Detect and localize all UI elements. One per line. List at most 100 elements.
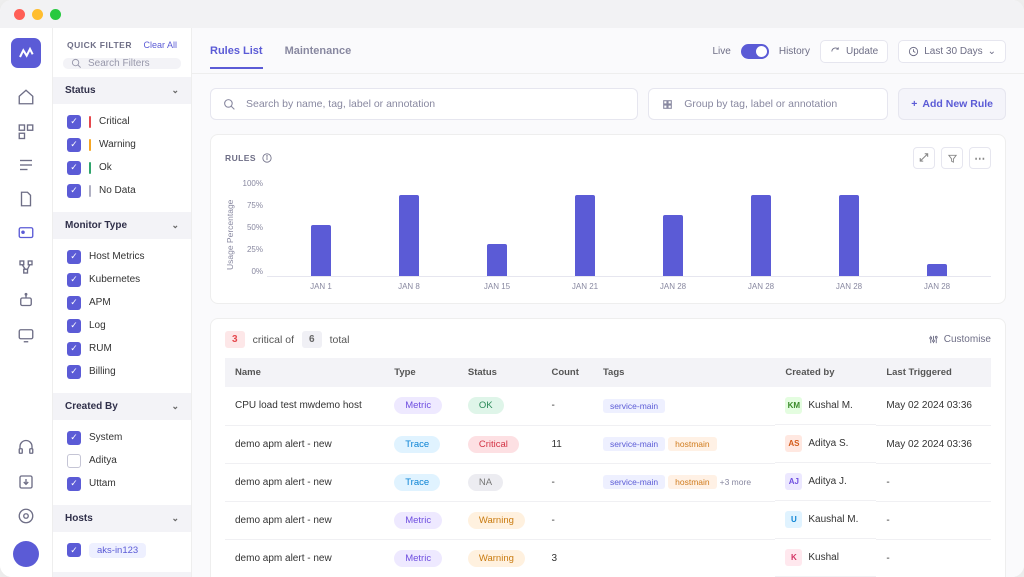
checkbox[interactable]	[67, 138, 81, 152]
rules-table: NameTypeStatusCountTagsCreated byLast Tr…	[225, 358, 991, 577]
tag-chip[interactable]: service-main	[603, 437, 665, 451]
filter-row[interactable]: System	[63, 426, 181, 449]
tag-chip[interactable]: hostmain	[668, 475, 717, 489]
install-icon[interactable]	[17, 473, 35, 491]
customise-button[interactable]: Customise	[928, 334, 991, 345]
close-dot[interactable]	[14, 9, 25, 20]
filter-row[interactable]: aks-in123	[63, 538, 181, 562]
bar[interactable]	[663, 215, 683, 276]
filter-row[interactable]: Ok	[63, 156, 181, 179]
filter-chart-button[interactable]	[941, 147, 963, 169]
type-pill: Trace	[394, 474, 440, 491]
filter-row[interactable]: Log	[63, 314, 181, 337]
column-header[interactable]: Created by	[775, 358, 876, 387]
user-avatar[interactable]	[13, 541, 39, 567]
section-hosts-header[interactable]: Hosts⌄	[53, 505, 191, 532]
expand-button[interactable]: ⤢	[913, 147, 935, 169]
update-button[interactable]: Update	[820, 40, 888, 63]
filter-row[interactable]: Billing	[63, 360, 181, 383]
tags-cell: service-mainhostmain+3 more	[593, 463, 775, 501]
checkbox[interactable]	[67, 477, 81, 491]
app-logo[interactable]	[11, 38, 41, 68]
filter-row[interactable]: Critical	[63, 110, 181, 133]
checkbox[interactable]	[67, 319, 81, 333]
support-icon[interactable]	[17, 439, 35, 457]
bar[interactable]	[927, 264, 947, 276]
alert-icon[interactable]	[17, 224, 35, 242]
filter-row[interactable]: Warning	[63, 133, 181, 156]
search-filters-input[interactable]: Search Filters	[63, 58, 181, 69]
checkbox[interactable]	[67, 365, 81, 379]
stack-icon[interactable]	[17, 122, 35, 140]
avatar: K	[785, 549, 802, 566]
add-new-rule-button[interactable]: +Add New Rule	[898, 88, 1006, 120]
section-tags-header[interactable]: Tags⌄	[53, 572, 191, 577]
filter-row[interactable]: No Data	[63, 179, 181, 202]
settings-icon[interactable]	[17, 507, 35, 525]
count-cell: -	[541, 387, 592, 425]
checkbox[interactable]	[67, 454, 81, 468]
bar[interactable]	[487, 244, 507, 276]
tag-chip[interactable]: hostmain	[668, 437, 717, 451]
tag-chip[interactable]: service-main	[603, 475, 665, 489]
filter-row[interactable]: Kubernetes	[63, 268, 181, 291]
home-icon[interactable]	[17, 88, 35, 106]
column-header[interactable]: Last Triggered	[876, 358, 991, 387]
filter-row[interactable]: APM	[63, 291, 181, 314]
table-row[interactable]: demo apm alert - newMetricWarning3KKusha…	[225, 539, 991, 577]
checkbox[interactable]	[67, 431, 81, 445]
section-monitor-header[interactable]: Monitor Type⌄	[53, 212, 191, 239]
filter-row[interactable]: Uttam	[63, 472, 181, 495]
info-icon[interactable]	[262, 153, 272, 163]
tab-maintenance[interactable]: Maintenance	[285, 45, 352, 69]
daterange-button[interactable]: Last 30 Days⌄	[898, 40, 1006, 63]
checkbox[interactable]	[67, 342, 81, 356]
filter-row[interactable]: Aditya	[63, 449, 181, 472]
filter-label: Uttam	[89, 478, 116, 489]
filter-row[interactable]: Host Metrics	[63, 245, 181, 268]
clear-all-link[interactable]: Clear All	[143, 40, 177, 50]
table-row[interactable]: CPU load test mwdemo hostMetricOK-servic…	[225, 387, 991, 425]
column-header[interactable]: Type	[384, 358, 458, 387]
column-header[interactable]: Tags	[593, 358, 775, 387]
table-row[interactable]: demo apm alert - newMetricWarning-UKaush…	[225, 501, 991, 539]
bar-column	[805, 195, 893, 276]
more-tags[interactable]: +3 more	[720, 477, 751, 487]
checkbox[interactable]	[67, 250, 81, 264]
nodes-icon[interactable]	[17, 258, 35, 276]
bar[interactable]	[751, 195, 771, 276]
table-row[interactable]: demo apm alert - newTraceCritical11servi…	[225, 425, 991, 463]
bar[interactable]	[399, 195, 419, 276]
tab-rules-list[interactable]: Rules List	[210, 45, 263, 69]
section-status-header[interactable]: Status⌄	[53, 77, 191, 104]
table-row[interactable]: demo apm alert - newTraceNA-service-main…	[225, 463, 991, 501]
list-icon[interactable]	[17, 156, 35, 174]
tags-cell	[593, 539, 775, 577]
column-header[interactable]: Name	[225, 358, 384, 387]
triggered-cell: May 02 2024 03:36	[876, 387, 991, 425]
checkbox[interactable]	[67, 115, 81, 129]
checkbox[interactable]	[67, 184, 81, 198]
checkbox[interactable]	[67, 296, 81, 310]
bar[interactable]	[311, 225, 331, 276]
more-button[interactable]: ⋯	[969, 147, 991, 169]
checkbox[interactable]	[67, 161, 81, 175]
section-createdby-header[interactable]: Created By⌄	[53, 393, 191, 420]
tag-chip[interactable]: service-main	[603, 399, 665, 413]
file-icon[interactable]	[17, 190, 35, 208]
column-header[interactable]: Status	[458, 358, 542, 387]
monitor-icon[interactable]	[17, 326, 35, 344]
checkbox[interactable]	[67, 543, 81, 557]
bot-icon[interactable]	[17, 292, 35, 310]
bar[interactable]	[575, 195, 595, 276]
bar[interactable]	[839, 195, 859, 276]
column-header[interactable]: Count	[541, 358, 592, 387]
search-placeholder: Search by name, tag, label or annotation	[246, 98, 435, 110]
search-rules-input[interactable]: Search by name, tag, label or annotation	[210, 88, 638, 120]
maximize-dot[interactable]	[50, 9, 61, 20]
live-toggle[interactable]	[741, 44, 769, 59]
checkbox[interactable]	[67, 273, 81, 287]
minimize-dot[interactable]	[32, 9, 43, 20]
filter-row[interactable]: RUM	[63, 337, 181, 360]
group-by-input[interactable]: Group by tag, label or annotation	[648, 88, 888, 120]
